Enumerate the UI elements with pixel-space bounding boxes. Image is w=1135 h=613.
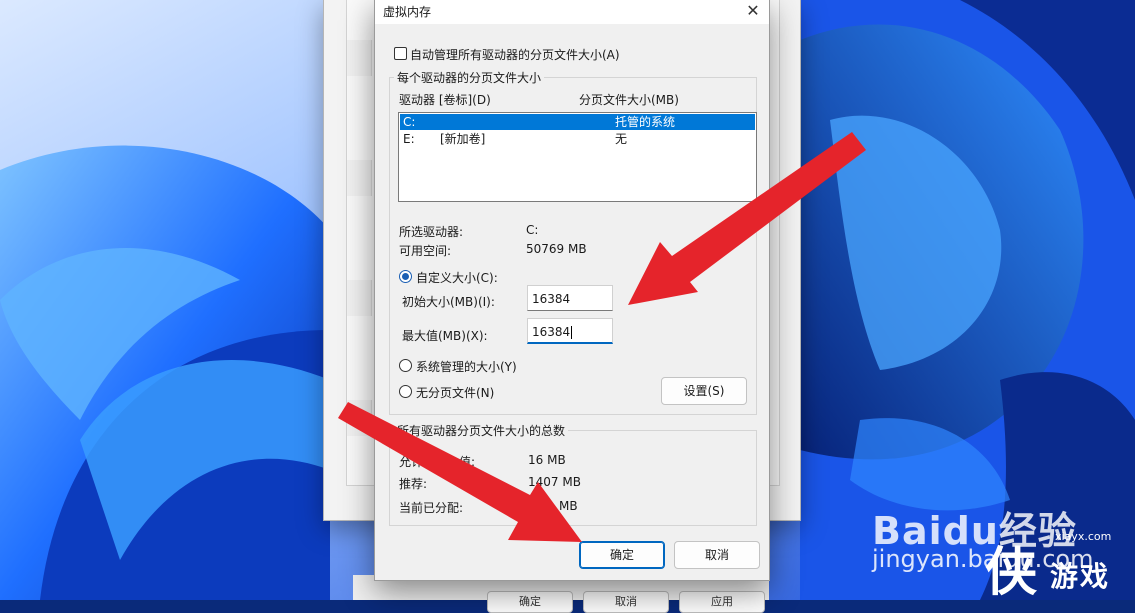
cancel-button[interactable]: 取消 [674,541,760,569]
drive-size: 无 [615,132,628,146]
panel-strip [347,280,372,316]
site-name-watermark: 游戏 [1050,560,1111,593]
free-space-label: 可用空间: [399,244,452,258]
drive-letter: E: [403,132,415,146]
auto-manage-label: 自动管理所有驱动器的分页文件大小(A) [410,48,620,62]
current-value: MB [559,499,578,513]
bg-ok-button[interactable]: 确定 [487,591,573,613]
drive-column-header: 驱动器 [卷标](D) [399,93,491,107]
selected-drive-value: C: [526,223,539,237]
drive-list[interactable]: C: 托管的系统 E: [新加卷] 无 [398,112,757,202]
initial-size-input[interactable]: 16384 [527,285,613,311]
max-size-value: 16384 [532,325,571,339]
ok-button[interactable]: 确定 [579,541,665,569]
drive-letter: C: [403,115,416,129]
system-managed-radio[interactable] [399,359,412,372]
site-logo-char: 侠 [985,543,1038,603]
panel-strip [347,160,372,196]
bg-cancel-button[interactable]: 取消 [583,591,669,613]
recommended-value: 1407 MB [528,475,581,489]
drive-size: 托管的系统 [615,115,676,129]
text-caret [571,326,573,339]
size-column-header: 分页文件大小(MB) [579,93,679,107]
close-icon[interactable]: ✕ [741,0,765,22]
bg-apply-button[interactable]: 应用 [679,591,765,613]
site-url-watermark: xiayx.com [1055,530,1112,543]
drive-label: [新加卷] [440,132,486,146]
panel-strip [347,40,372,76]
initial-size-value: 16384 [532,292,571,306]
max-size-input[interactable]: 16384 [527,318,613,344]
drive-row-c[interactable]: C: 托管的系统 [400,114,755,130]
custom-size-label: 自定义大小(C): [416,271,498,285]
no-paging-radio[interactable] [399,385,412,398]
virtual-memory-dialog: 虚拟内存 ✕ 自动管理所有驱动器的分页文件大小(A) 每个驱动器的分页文件大小 … [374,0,770,581]
drive-row-e[interactable]: E: [新加卷] 无 [400,131,755,147]
panel-strip [347,400,372,436]
free-space-value: 50769 MB [526,242,587,256]
system-managed-label: 系统管理的大小(Y) [416,360,517,374]
dialog-title: 虚拟内存 [383,5,432,19]
selected-drive-label: 所选驱动器: [399,225,464,239]
current-label: 当前已分配: [399,501,464,515]
max-size-label: 最大值(MB)(X): [402,329,488,343]
min-allowed-label: 允许的最小值: [399,455,476,469]
recommended-label: 推荐: [399,477,428,491]
auto-manage-checkbox[interactable] [394,47,407,60]
custom-size-radio[interactable] [399,270,412,283]
per-drive-group-label: 每个驱动器的分页文件大小 [394,69,545,86]
initial-size-label: 初始大小(MB)(I): [402,295,495,309]
totals-group-label: 所有驱动器分页文件大小的总数 [394,422,569,439]
set-button[interactable]: 设置(S) [661,377,747,405]
no-paging-label: 无分页文件(N) [416,386,495,400]
title-bar: 虚拟内存 ✕ [375,0,769,24]
min-allowed-value: 16 MB [528,453,566,467]
